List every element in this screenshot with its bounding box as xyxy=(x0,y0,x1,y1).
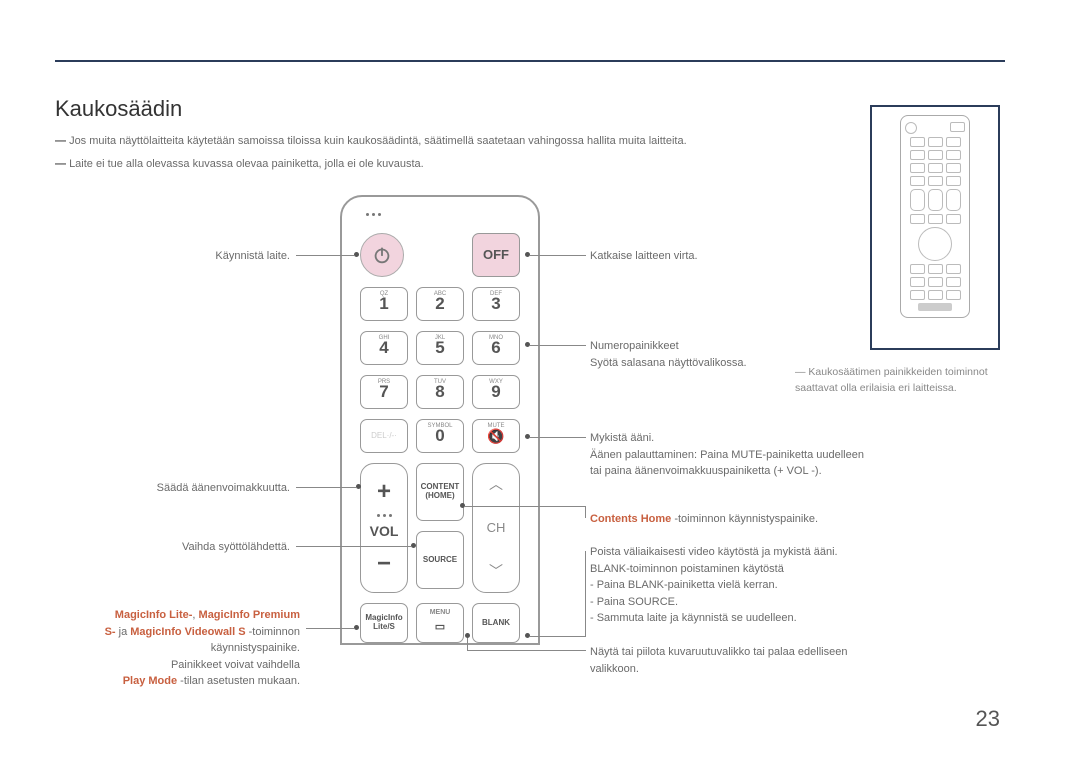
power-icon xyxy=(371,244,393,266)
key-5: JKL5 xyxy=(416,331,464,365)
leader xyxy=(585,551,586,636)
menu-button: MENU ▭ xyxy=(416,603,464,643)
content-home-button: CONTENT (HOME) xyxy=(416,463,464,521)
leader xyxy=(296,487,356,488)
leader xyxy=(467,637,468,650)
power-button xyxy=(360,233,404,277)
key-8: TUV8 xyxy=(416,375,464,409)
key-6: MNO6 xyxy=(472,331,520,365)
note-2: Laite ei tue alla olevassa kuvassa oleva… xyxy=(55,156,835,173)
leader xyxy=(296,546,411,547)
plus-icon: + xyxy=(377,474,391,510)
magicinfo-button: MagicInfo Lite/S xyxy=(360,603,408,643)
top-rule xyxy=(55,60,1005,62)
label-numbers: Numeropainikkeet Syötä salasana näyttöva… xyxy=(590,338,747,371)
reference-remote-box xyxy=(870,105,1000,350)
blank-button: BLANK xyxy=(472,603,520,643)
vol-label: VOL xyxy=(370,521,399,542)
notes-block: Jos muita näyttölaitteita käytetään samo… xyxy=(55,133,835,178)
leader-dot xyxy=(465,633,470,638)
leader xyxy=(585,506,586,518)
label-blank: Poista väliaikaisesti video käytöstä ja … xyxy=(590,544,838,627)
reference-note: Kaukosäätimen painikkeiden toiminnot saa… xyxy=(795,365,1005,397)
key-2: ABC2 xyxy=(416,287,464,321)
leader xyxy=(467,650,586,651)
minus-icon: − xyxy=(377,546,391,582)
label-off: Katkaise laitteen virta. xyxy=(590,248,698,265)
spacer xyxy=(414,233,462,277)
leader-dot xyxy=(354,625,359,630)
leader-dot xyxy=(525,342,530,347)
page-number: 23 xyxy=(976,702,1000,735)
volume-rocker: + VOL − xyxy=(360,463,408,593)
off-button: OFF xyxy=(472,233,520,277)
label-power: Käynnistä laite. xyxy=(55,248,290,265)
leader-dot xyxy=(525,633,530,638)
leader-dot xyxy=(411,543,416,548)
note-1: Jos muita näyttölaitteita käytetään samo… xyxy=(55,133,835,150)
chevron-down-icon: ﹀ xyxy=(489,561,503,582)
dots xyxy=(377,514,392,517)
label-source: Vaihda syöttölähdettä. xyxy=(55,539,290,556)
key-7: PRS7 xyxy=(360,375,408,409)
leader xyxy=(530,437,586,438)
menu-icon: ▭ xyxy=(435,619,445,636)
key-3: DEF3 xyxy=(472,287,520,321)
label-menu: Näytä tai piilota kuvaruutuvalikko tai p… xyxy=(590,644,870,677)
label-magicinfo: MagicInfo Lite-, MagicInfo Premium S- ja… xyxy=(55,607,300,690)
leader xyxy=(306,628,354,629)
key-mute: MUTE 🔇 xyxy=(472,419,520,453)
source-button: SOURCE xyxy=(416,531,464,589)
led-dots xyxy=(366,213,381,216)
label-content-home: Contents Home -toiminnon käynnistyspaini… xyxy=(590,511,818,528)
key-4: GHI4 xyxy=(360,331,408,365)
leader-dot xyxy=(354,252,359,257)
leader-dot xyxy=(525,434,530,439)
leader-dot xyxy=(356,484,361,489)
key-del: DEL·/-· xyxy=(360,419,408,453)
channel-rocker: ︿ CH ﹀ xyxy=(472,463,520,593)
remote-illustration: OFF QZ1 ABC2 DEF3 GHI4 JKL5 MNO6 PRS7 TU… xyxy=(340,195,540,645)
leader xyxy=(296,255,354,256)
leader-dot xyxy=(525,252,530,257)
chevron-up-icon: ︿ xyxy=(489,474,503,495)
reference-remote xyxy=(900,115,970,318)
key-9: WXY9 xyxy=(472,375,520,409)
leader xyxy=(530,345,586,346)
leader xyxy=(530,636,586,637)
leader xyxy=(530,255,586,256)
key-0: SYMBOL0 xyxy=(416,419,464,453)
label-volume: Säädä äänenvoimakkuutta. xyxy=(55,480,290,497)
leader xyxy=(465,506,586,507)
page-title: Kaukosäädin xyxy=(55,92,182,125)
off-label: OFF xyxy=(483,245,509,265)
label-mute: Mykistä ääni. Äänen palauttaminen: Paina… xyxy=(590,430,870,480)
key-1: QZ1 xyxy=(360,287,408,321)
leader-dot xyxy=(460,503,465,508)
ch-label: CH xyxy=(487,518,506,538)
